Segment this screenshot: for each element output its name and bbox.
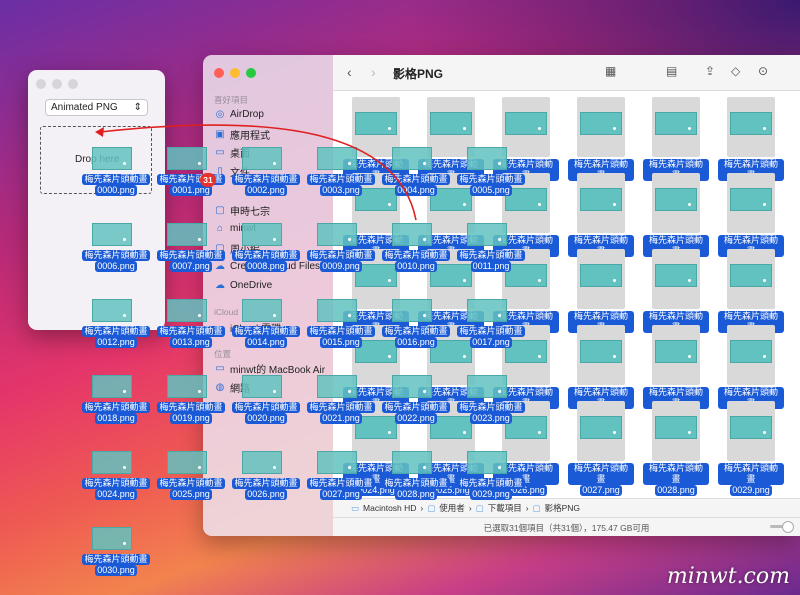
drag-arrow bbox=[95, 124, 417, 221]
drag-arrow-head bbox=[95, 127, 104, 137]
drag-arrow-path bbox=[99, 124, 417, 221]
drag-count-badge: 31 bbox=[200, 173, 216, 187]
watermark: minwt.com bbox=[666, 564, 790, 589]
